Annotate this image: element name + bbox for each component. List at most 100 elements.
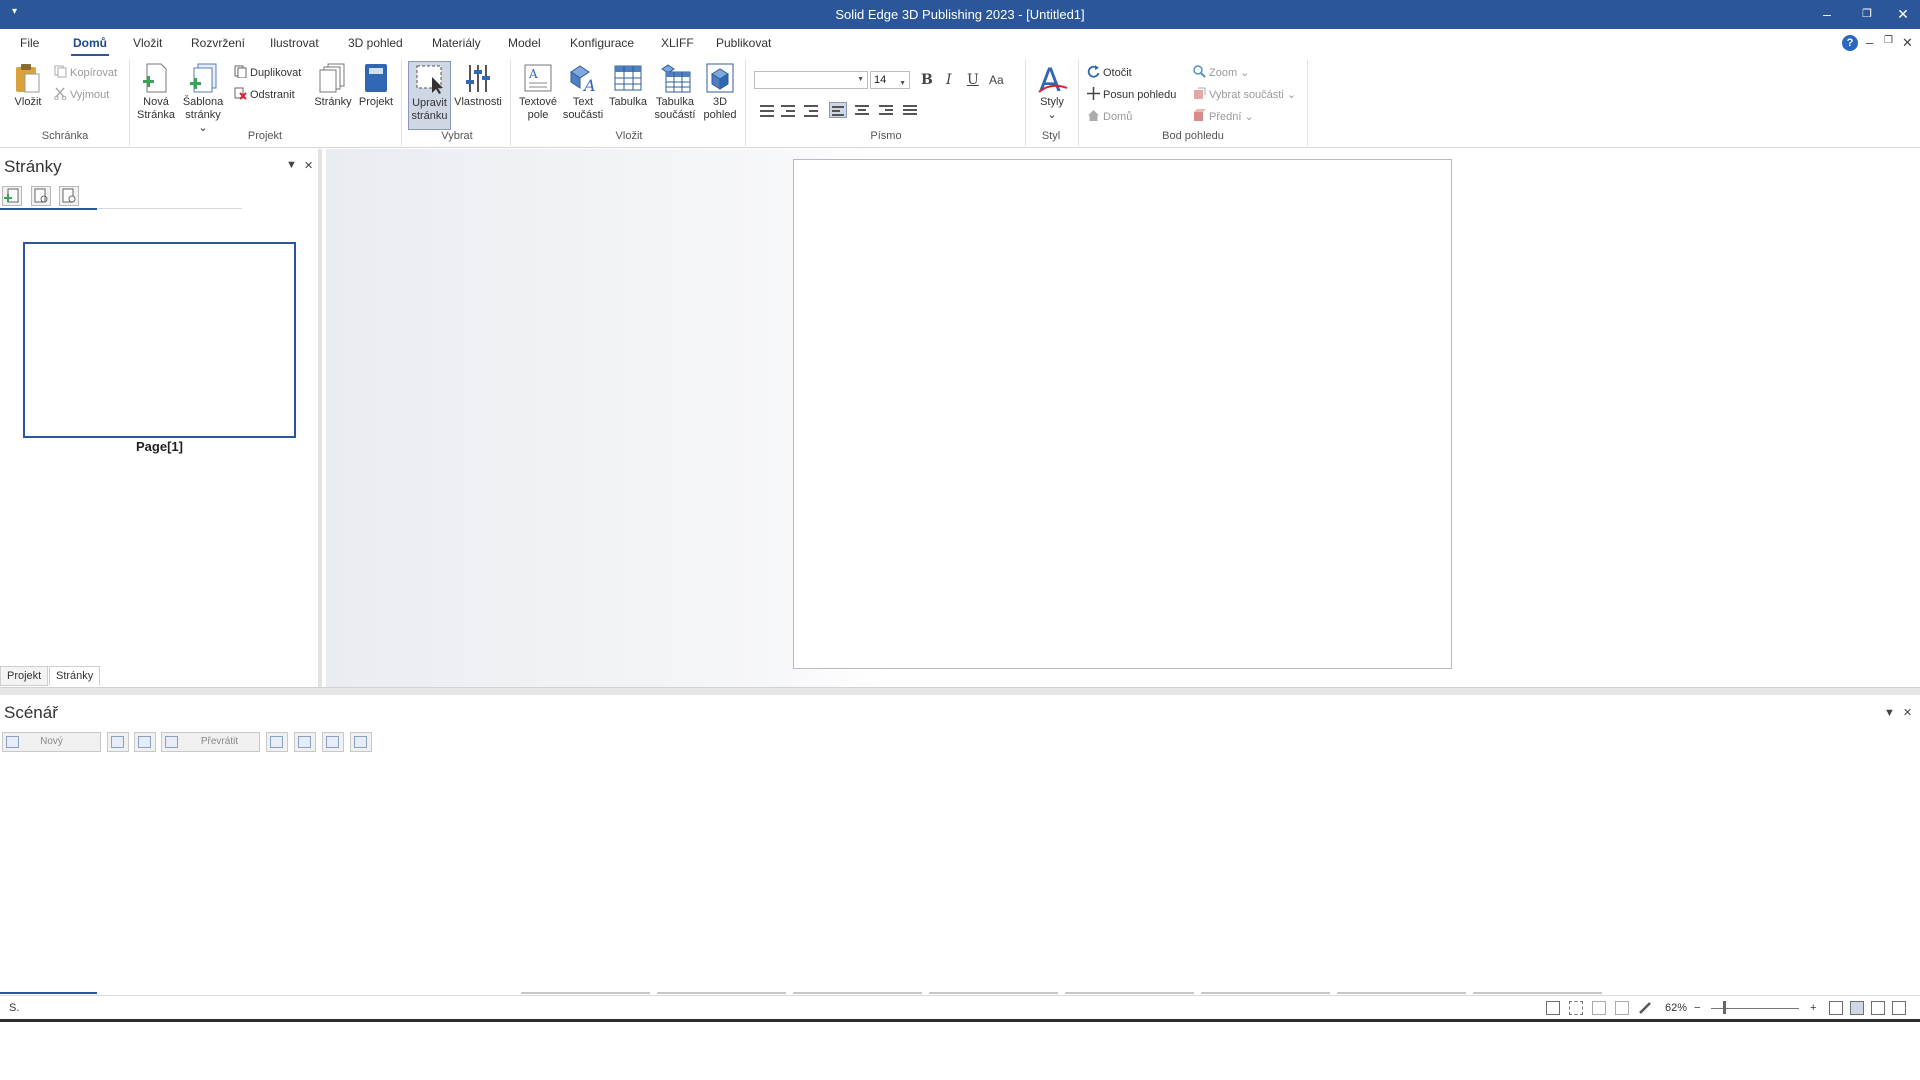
bold-button[interactable]: B: [921, 72, 933, 88]
table-button[interactable]: Tabulka: [606, 62, 650, 109]
bullet-list-icon[interactable]: [756, 102, 774, 118]
doc-close-button[interactable]: ✕: [1902, 35, 1913, 51]
doc-minimize-button[interactable]: –: [1866, 35, 1873, 50]
pages-button[interactable]: Stránky: [312, 62, 354, 109]
zoom-slider-handle[interactable]: [1723, 1001, 1726, 1014]
front-view-button[interactable]: Přední ⌄: [1193, 109, 1254, 125]
tab-pages[interactable]: Stránky: [49, 666, 101, 686]
pages-panel: Stránky ▼ ✕ Page[1] Projekt Stránky: [0, 149, 322, 687]
menu-publish[interactable]: Publikovat: [716, 36, 771, 50]
scenario-close-icon[interactable]: ✕: [1903, 706, 1912, 719]
part-text-icon: A: [568, 62, 598, 95]
new-scenario-button[interactable]: Nový: [2, 732, 101, 752]
select-parts-button[interactable]: Vybrat součásti ⌄: [1193, 87, 1296, 103]
italic-button[interactable]: I: [946, 72, 952, 88]
change-case-button[interactable]: Aa: [989, 73, 1004, 87]
convert-button[interactable]: Převrátit: [161, 732, 260, 752]
delete-page-icon: [234, 87, 247, 100]
fit-page-icon[interactable]: [1829, 1001, 1843, 1015]
align-left-icon[interactable]: [829, 102, 847, 118]
menu-illustrate[interactable]: Ilustrovat: [270, 36, 319, 50]
full-screen-icon[interactable]: [1892, 1001, 1906, 1015]
rotate-button[interactable]: Otočit: [1087, 65, 1132, 81]
page-template-icon: [188, 62, 218, 93]
page-thumbnail[interactable]: [23, 242, 296, 438]
scenario-tool-button[interactable]: [294, 732, 316, 752]
edit-page-button[interactable]: Upravit stránku: [408, 61, 451, 130]
chevron-down-icon: ▼: [857, 76, 864, 83]
menu-layout[interactable]: Rozvržení: [191, 36, 245, 50]
pan-view-button[interactable]: Posun pohledu: [1087, 87, 1176, 103]
close-button[interactable]: ✕: [1886, 3, 1920, 25]
menu-3d-view[interactable]: 3D pohled: [348, 36, 403, 50]
panel-splitter[interactable]: [0, 687, 1920, 695]
scenario-tool-button[interactable]: [266, 732, 288, 752]
menu-home[interactable]: Domů: [71, 36, 109, 56]
panel-close-icon[interactable]: ✕: [304, 159, 313, 172]
justify-icon[interactable]: [901, 102, 919, 118]
page-template-button[interactable]: Šablona stránky ⌄: [180, 62, 226, 135]
ribbon-separator: [510, 60, 511, 146]
scissors-icon: [54, 87, 67, 101]
scenario-dropdown-icon[interactable]: ▼: [1884, 707, 1895, 719]
restore-button[interactable]: ❐: [1850, 3, 1884, 25]
menu-model[interactable]: Model: [508, 36, 541, 50]
font-size-combo[interactable]: 14 ▼: [870, 71, 910, 89]
paste-button[interactable]: Vložit: [8, 62, 48, 109]
scenario-tab-line: [793, 992, 922, 994]
scenario-tool-button[interactable]: [350, 732, 372, 752]
underline-button[interactable]: U: [967, 72, 979, 88]
status-text: S.: [9, 1002, 20, 1014]
edit-page-cursor-icon: [415, 63, 445, 94]
zoom-in-button[interactable]: +: [1810, 1002, 1816, 1014]
align-right-icon[interactable]: [877, 102, 895, 118]
font-family-combo[interactable]: ▼: [754, 71, 868, 89]
home-view-button[interactable]: Domů: [1087, 109, 1132, 125]
document-page[interactable]: [793, 159, 1452, 669]
add-page-icon[interactable]: [2, 186, 22, 206]
pencil-icon[interactable]: [1638, 1001, 1652, 1015]
menu-materials[interactable]: Materiály: [432, 36, 481, 50]
properties-button[interactable]: Vlastnosti: [452, 62, 504, 109]
3d-view-button[interactable]: 3D pohled: [700, 62, 740, 122]
actual-size-icon[interactable]: [1871, 1001, 1885, 1015]
panel-dropdown-icon[interactable]: ▼: [286, 159, 297, 171]
align-center-icon[interactable]: [853, 102, 871, 118]
scenario-tab-line: [1201, 992, 1330, 994]
new-page-button[interactable]: Nová Stránka: [136, 62, 176, 122]
page-info-icon[interactable]: [59, 186, 79, 206]
menu-configuration[interactable]: Konfigurace: [570, 36, 634, 50]
scenario-tool-button[interactable]: [134, 732, 156, 752]
delete-button[interactable]: Odstranit: [234, 87, 295, 103]
decrease-indent-icon[interactable]: [779, 102, 797, 118]
page-settings-icon[interactable]: [31, 186, 51, 206]
help-icon[interactable]: ?: [1842, 35, 1858, 51]
new-scenario-icon: [6, 736, 19, 748]
increase-indent-icon[interactable]: [802, 102, 820, 118]
copy-button[interactable]: Kopírovat: [54, 65, 117, 81]
duplicate-button[interactable]: Duplikovat: [234, 65, 301, 81]
styles-button[interactable]: A Styly ⌄: [1034, 61, 1070, 122]
project-button[interactable]: Projekt: [356, 62, 396, 109]
cut-button[interactable]: Vyjmout: [54, 87, 109, 103]
scenario-tool-button[interactable]: [322, 732, 344, 752]
minimize-button[interactable]: –: [1810, 3, 1844, 25]
fit-width-icon[interactable]: [1850, 1001, 1864, 1015]
text-box-button[interactable]: A Textové pole: [516, 62, 560, 122]
scenario-tab-line: [1473, 992, 1602, 994]
document-canvas[interactable]: [326, 149, 1920, 687]
menu-file[interactable]: File: [20, 36, 39, 50]
scenario-tool-button[interactable]: [107, 732, 129, 752]
tab-project[interactable]: Projekt: [0, 666, 49, 686]
doc-restore-button[interactable]: ❐: [1884, 35, 1893, 46]
menu-xliff[interactable]: XLIFF: [661, 36, 694, 50]
page-view-icon[interactable]: [1546, 1001, 1560, 1015]
part-table-button[interactable]: Tabulka součástí: [651, 62, 699, 122]
zoom-out-button[interactable]: −: [1694, 1002, 1700, 1014]
zoom-button[interactable]: Zoom ⌄: [1193, 65, 1249, 81]
snap-grid-icon[interactable]: [1615, 1001, 1629, 1015]
menu-insert[interactable]: Vložit: [133, 36, 162, 50]
snap-icon[interactable]: [1592, 1001, 1606, 1015]
part-text-button[interactable]: A Text součásti: [561, 62, 605, 122]
grid-icon[interactable]: [1569, 1001, 1583, 1015]
